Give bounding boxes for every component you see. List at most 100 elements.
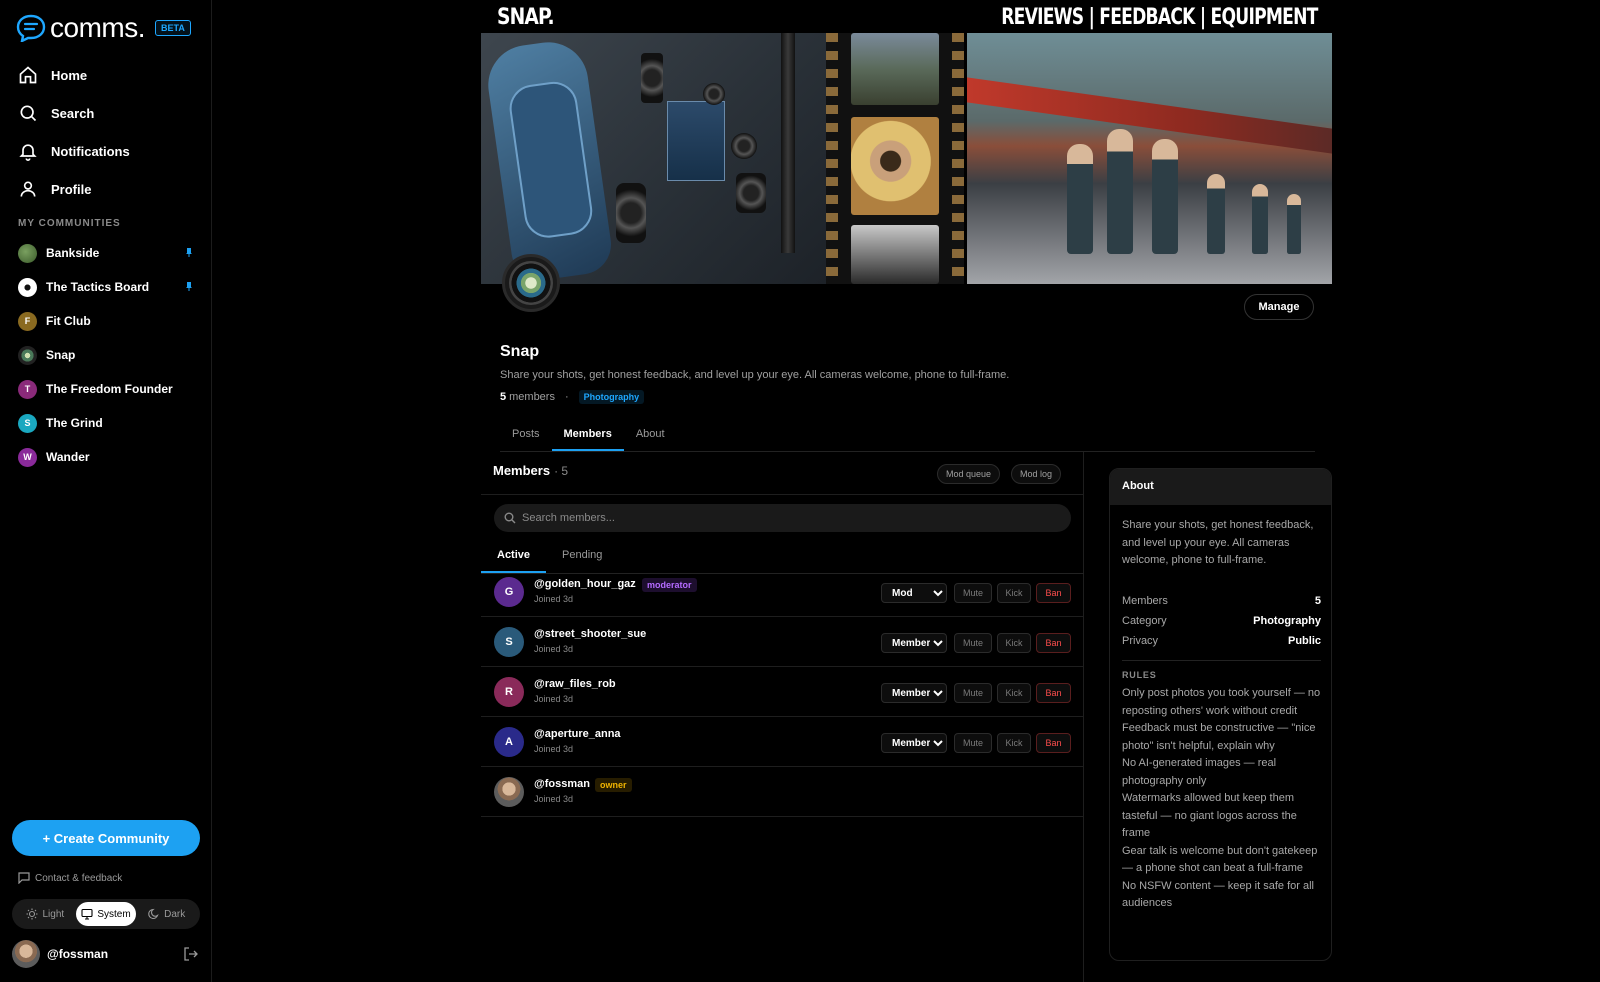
ban-button[interactable]: Ban — [1036, 583, 1071, 603]
mute-button[interactable]: Mute — [954, 633, 992, 653]
ban-button[interactable]: Ban — [1036, 633, 1071, 653]
logout-icon[interactable] — [184, 947, 198, 961]
about-category-row: Category Photography — [1122, 615, 1321, 627]
nav-notifications-label: Notifications — [51, 143, 130, 159]
nav-profile[interactable]: Profile — [16, 170, 196, 208]
community-item-the-grind[interactable]: S The Grind — [18, 406, 198, 440]
community-meta: 5 members · Photography — [500, 390, 645, 404]
rule-item: No NSFW content — keep it safe for all a… — [1122, 879, 1314, 910]
community-title: Snap — [500, 343, 540, 360]
mute-button[interactable]: Mute — [954, 733, 992, 753]
community-banner: SNAP. REVIEWS | FEEDBACK | EQUIPMENT — [481, 0, 1332, 284]
members-word: members — [509, 391, 555, 403]
divider — [1122, 660, 1321, 661]
theme-system-option[interactable]: System — [75, 902, 137, 926]
role-select[interactable]: Mod Member — [881, 733, 947, 753]
nav-notifications[interactable]: Notifications — [16, 132, 196, 170]
members-title: Members — [493, 463, 551, 478]
about-members-row: Members 5 — [1122, 595, 1321, 607]
community-item-the-freedom-founder[interactable]: T The Freedom Founder — [18, 372, 198, 406]
about-members-value: 5 — [1314, 595, 1321, 607]
separator: · — [564, 391, 569, 403]
community-avatar: T — [18, 379, 37, 399]
member-joined: Joined 3d — [534, 744, 574, 754]
bell-icon — [19, 144, 37, 161]
sidebar: comms. BETA Home Search Notifications Pr… — [0, 0, 212, 982]
role-select[interactable]: Mod Member — [881, 683, 947, 703]
kick-button[interactable]: Kick — [997, 733, 1031, 753]
theme-system-label: System — [97, 908, 131, 920]
member-row[interactable]: S @street_shooter_sue Joined 3d Mod Memb… — [481, 617, 1084, 667]
person-shape — [1152, 139, 1178, 254]
pin-icon[interactable] — [186, 282, 192, 291]
member-handle[interactable]: @street_shooter_sue — [534, 628, 646, 640]
members-panel: Members· 5 Mod queue Mod log Active Pend… — [481, 452, 1084, 982]
manage-button[interactable]: Manage — [1244, 294, 1314, 320]
pin-icon[interactable] — [186, 248, 192, 257]
brand[interactable]: comms. BETA — [16, 12, 191, 44]
mod-queue-button[interactable]: Mod queue — [937, 464, 1001, 484]
rule-item: Gear talk is welcome but don't gatekeep … — [1122, 844, 1318, 875]
role-select[interactable]: Mod Member — [881, 633, 947, 653]
rule-item: Feedback must be constructive — "nice ph… — [1122, 722, 1316, 752]
theme-light-option[interactable]: Light — [15, 902, 76, 926]
member-row[interactable]: A @aperture_anna Joined 3d Mod Member Mu… — [481, 717, 1084, 767]
film-edge — [952, 33, 964, 284]
film-frame-street — [851, 225, 939, 284]
owner-badge: owner — [595, 778, 632, 792]
community-item-the-tactics-board[interactable]: The Tactics Board — [18, 270, 198, 304]
member-joined: Joined 3d — [534, 794, 574, 804]
main-nav: Home Search Notifications Profile — [16, 56, 196, 208]
ban-button[interactable]: Ban — [1036, 683, 1071, 703]
contact-feedback-link[interactable]: Contact & feedback — [18, 872, 122, 884]
film-edge — [826, 33, 838, 284]
mute-button[interactable]: Mute — [954, 683, 992, 703]
member-handle[interactable]: @raw_files_rob — [534, 678, 616, 690]
kick-button[interactable]: Kick — [997, 683, 1031, 703]
tab-members[interactable]: Members — [551, 418, 624, 451]
member-handle[interactable]: @golden_hour_gaz — [534, 578, 636, 590]
nav-search-label: Search — [51, 105, 95, 121]
ban-button[interactable]: Ban — [1036, 733, 1071, 753]
community-list: Bankside The Tactics Board F Fit Club Sn… — [18, 236, 198, 474]
member-joined: Joined 3d — [534, 594, 574, 604]
community-item-bankside[interactable]: Bankside — [18, 236, 198, 270]
about-card-title: About — [1110, 469, 1331, 505]
kick-button[interactable]: Kick — [997, 583, 1031, 603]
camera-bag-shape — [483, 37, 615, 284]
nav-search[interactable]: Search — [16, 94, 196, 132]
nav-home[interactable]: Home — [16, 56, 196, 94]
tab-posts[interactable]: Posts — [500, 418, 552, 451]
theme-dark-option[interactable]: Dark — [136, 902, 197, 926]
monitor-icon — [81, 908, 93, 920]
nav-home-label: Home — [51, 67, 88, 83]
community-avatar-large — [502, 254, 560, 312]
create-community-button[interactable]: + Create Community — [12, 820, 200, 856]
current-user[interactable]: @fossman — [12, 940, 198, 968]
community-item-fit-club[interactable]: F Fit Club — [18, 304, 198, 338]
mute-button[interactable]: Mute — [954, 583, 992, 603]
member-handle[interactable]: @fossman — [534, 778, 590, 790]
role-select[interactable]: Mod Member — [881, 583, 947, 603]
tab-about[interactable]: About — [624, 418, 677, 451]
community-name: Wander — [46, 450, 90, 464]
member-row[interactable]: G @golden_hour_gaz moderator Joined 3d M… — [481, 567, 1084, 617]
about-description: Share your shots, get honest feedback, a… — [1122, 519, 1314, 566]
member-row[interactable]: R @raw_files_rob Joined 3d Mod Member Mu… — [481, 667, 1084, 717]
search-members-input[interactable] — [494, 504, 1071, 532]
mod-log-button[interactable]: Mod log — [1011, 464, 1062, 484]
community-item-snap[interactable]: Snap — [18, 338, 198, 372]
kick-button[interactable]: Kick — [997, 633, 1031, 653]
home-icon — [19, 66, 37, 84]
community-avatar — [18, 243, 37, 263]
search-icon — [20, 105, 37, 122]
community-name: The Freedom Founder — [46, 382, 173, 396]
community-item-wander[interactable]: W Wander — [18, 440, 198, 474]
rule-item: No AI-generated images — real photograph… — [1122, 757, 1277, 787]
chat-bubble-logo-icon — [16, 14, 46, 42]
member-handle[interactable]: @aperture_anna — [534, 728, 621, 740]
current-user-handle: @fossman — [47, 947, 109, 961]
theme-light-label: Light — [42, 908, 65, 920]
category-chip[interactable]: Photography — [578, 390, 645, 404]
member-row[interactable]: @fossman owner Joined 3d — [481, 767, 1084, 817]
